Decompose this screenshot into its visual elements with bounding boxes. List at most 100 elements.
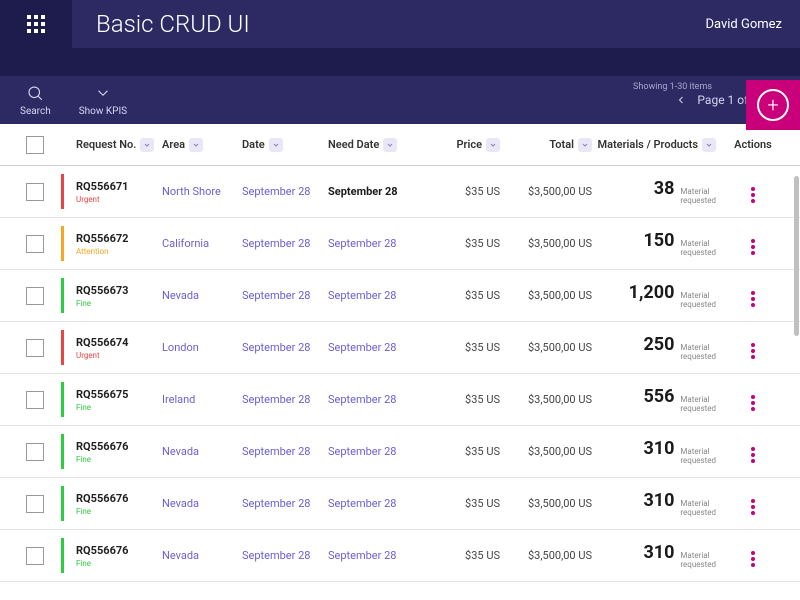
table-row[interactable]: RQ556676 Fine Nevada September 28 Septem… bbox=[0, 426, 800, 478]
gear-icon[interactable] bbox=[764, 55, 778, 69]
request-number: RQ556672 bbox=[76, 232, 162, 245]
sort-materials[interactable] bbox=[702, 138, 716, 152]
show-kpis-button[interactable]: Show KPIS bbox=[79, 84, 127, 117]
sort-date[interactable] bbox=[269, 138, 283, 152]
row-actions-button[interactable] bbox=[726, 181, 780, 203]
apps-grid-icon bbox=[27, 15, 45, 33]
table-row[interactable]: RQ556673 Fine Nevada September 28 Septem… bbox=[0, 270, 800, 322]
pager-prev-icon[interactable] bbox=[675, 94, 687, 106]
dots-icon bbox=[751, 291, 755, 307]
table-row[interactable]: RQ556676 Fine Nevada September 28 Septem… bbox=[0, 478, 800, 530]
date-cell: September 28 bbox=[242, 497, 328, 510]
area-cell: Nevada bbox=[162, 445, 242, 458]
chevron-down-icon bbox=[94, 84, 112, 102]
materials-label: Materialrequested bbox=[680, 188, 716, 206]
row-actions-button[interactable] bbox=[726, 545, 780, 567]
status-bar bbox=[61, 538, 64, 573]
request-cell: RQ556676 Fine bbox=[64, 440, 162, 464]
dots-icon bbox=[751, 187, 755, 203]
price-cell: $35 US bbox=[428, 341, 500, 354]
materials-cell: 250 Materialrequested bbox=[592, 334, 726, 362]
pager-showing-label: Showing 1-30 items bbox=[633, 82, 712, 92]
bell-icon[interactable] bbox=[678, 55, 692, 69]
status-bar bbox=[61, 434, 64, 469]
col-total-label: Total bbox=[549, 138, 574, 151]
materials-count: 38 bbox=[654, 178, 675, 199]
col-need-date-label: Need Date bbox=[328, 138, 379, 151]
search-label: Search bbox=[20, 106, 51, 117]
row-checkbox[interactable] bbox=[26, 339, 44, 357]
sort-area[interactable] bbox=[189, 138, 203, 152]
materials-cell: 310 Materialrequested bbox=[592, 490, 726, 518]
row-actions-button[interactable] bbox=[726, 493, 780, 515]
sort-request[interactable] bbox=[140, 138, 154, 152]
row-actions-button[interactable] bbox=[726, 389, 780, 411]
need-date-cell: September 28 bbox=[328, 549, 428, 562]
need-date-cell: September 28 bbox=[328, 185, 428, 198]
col-request-label: Request No. bbox=[76, 138, 136, 151]
request-cell: RQ556676 Fine bbox=[64, 544, 162, 568]
scrollbar[interactable] bbox=[794, 176, 799, 336]
user-name[interactable]: David Gomez bbox=[705, 17, 800, 32]
date-cell: September 28 bbox=[242, 289, 328, 302]
table-row[interactable]: RQ556676 Fine Nevada September 28 Septem… bbox=[0, 530, 800, 582]
request-number: RQ556674 bbox=[76, 336, 162, 349]
row-actions-button[interactable] bbox=[726, 337, 780, 359]
table-row[interactable]: RQ556675 Fine Ireland September 28 Septe… bbox=[0, 374, 800, 426]
dots-icon bbox=[751, 551, 755, 567]
table-row[interactable]: RQ556674 Urgent London September 28 Sept… bbox=[0, 322, 800, 374]
need-date-cell: September 28 bbox=[328, 393, 428, 406]
table-row[interactable]: RQ556672 Attention California September … bbox=[0, 218, 800, 270]
total-cell: $3,500,00 US bbox=[500, 445, 592, 458]
sort-need-date[interactable] bbox=[383, 138, 397, 152]
request-cell: RQ556675 Fine bbox=[64, 388, 162, 412]
price-cell: $35 US bbox=[428, 393, 500, 406]
row-actions-button[interactable] bbox=[726, 441, 780, 463]
select-all-checkbox[interactable] bbox=[26, 136, 44, 154]
date-cell: September 28 bbox=[242, 185, 328, 198]
request-status: Fine bbox=[76, 403, 162, 412]
row-checkbox[interactable] bbox=[26, 287, 44, 305]
materials-label: Materialrequested bbox=[680, 552, 716, 570]
table-row[interactable]: RQ556671 Urgent North Shore September 28… bbox=[0, 166, 800, 218]
status-bar bbox=[61, 382, 64, 417]
date-cell: September 28 bbox=[242, 445, 328, 458]
price-cell: $35 US bbox=[428, 497, 500, 510]
materials-count: 1,200 bbox=[629, 282, 675, 303]
sort-price[interactable] bbox=[486, 138, 500, 152]
row-checkbox[interactable] bbox=[26, 391, 44, 409]
request-status: Urgent bbox=[76, 351, 162, 360]
area-cell: California bbox=[162, 237, 242, 250]
request-cell: RQ556672 Attention bbox=[64, 232, 162, 256]
materials-cell: 38 Materialrequested bbox=[592, 178, 726, 206]
materials-count: 310 bbox=[643, 542, 674, 563]
request-status: Fine bbox=[76, 559, 162, 568]
table-body: RQ556671 Urgent North Shore September 28… bbox=[0, 166, 800, 582]
apps-menu-button[interactable] bbox=[0, 0, 72, 48]
materials-label: Materialrequested bbox=[680, 448, 716, 466]
row-actions-button[interactable] bbox=[726, 233, 780, 255]
row-checkbox[interactable] bbox=[26, 235, 44, 253]
row-checkbox[interactable] bbox=[26, 183, 44, 201]
materials-cell: 1,200 Materialrequested bbox=[592, 282, 726, 310]
request-number: RQ556676 bbox=[76, 440, 162, 453]
request-status: Fine bbox=[76, 507, 162, 516]
mail-icon[interactable] bbox=[720, 55, 736, 69]
row-checkbox[interactable] bbox=[26, 443, 44, 461]
search-button[interactable]: Search bbox=[20, 84, 51, 117]
sort-total[interactable] bbox=[578, 138, 592, 152]
price-cell: $35 US bbox=[428, 237, 500, 250]
row-checkbox[interactable] bbox=[26, 547, 44, 565]
need-date-cell: September 28 bbox=[328, 497, 428, 510]
row-checkbox[interactable] bbox=[26, 495, 44, 513]
row-actions-button[interactable] bbox=[726, 285, 780, 307]
app-title: Basic CRUD UI bbox=[96, 10, 705, 38]
total-cell: $3,500,00 US bbox=[500, 289, 592, 302]
request-status: Attention bbox=[76, 247, 162, 256]
add-fab-button[interactable]: + bbox=[746, 80, 800, 130]
area-cell: Nevada bbox=[162, 549, 242, 562]
status-bar bbox=[61, 226, 64, 261]
materials-label: Materialrequested bbox=[680, 344, 716, 362]
col-date-label: Date bbox=[242, 138, 265, 151]
area-cell: Ireland bbox=[162, 393, 242, 406]
